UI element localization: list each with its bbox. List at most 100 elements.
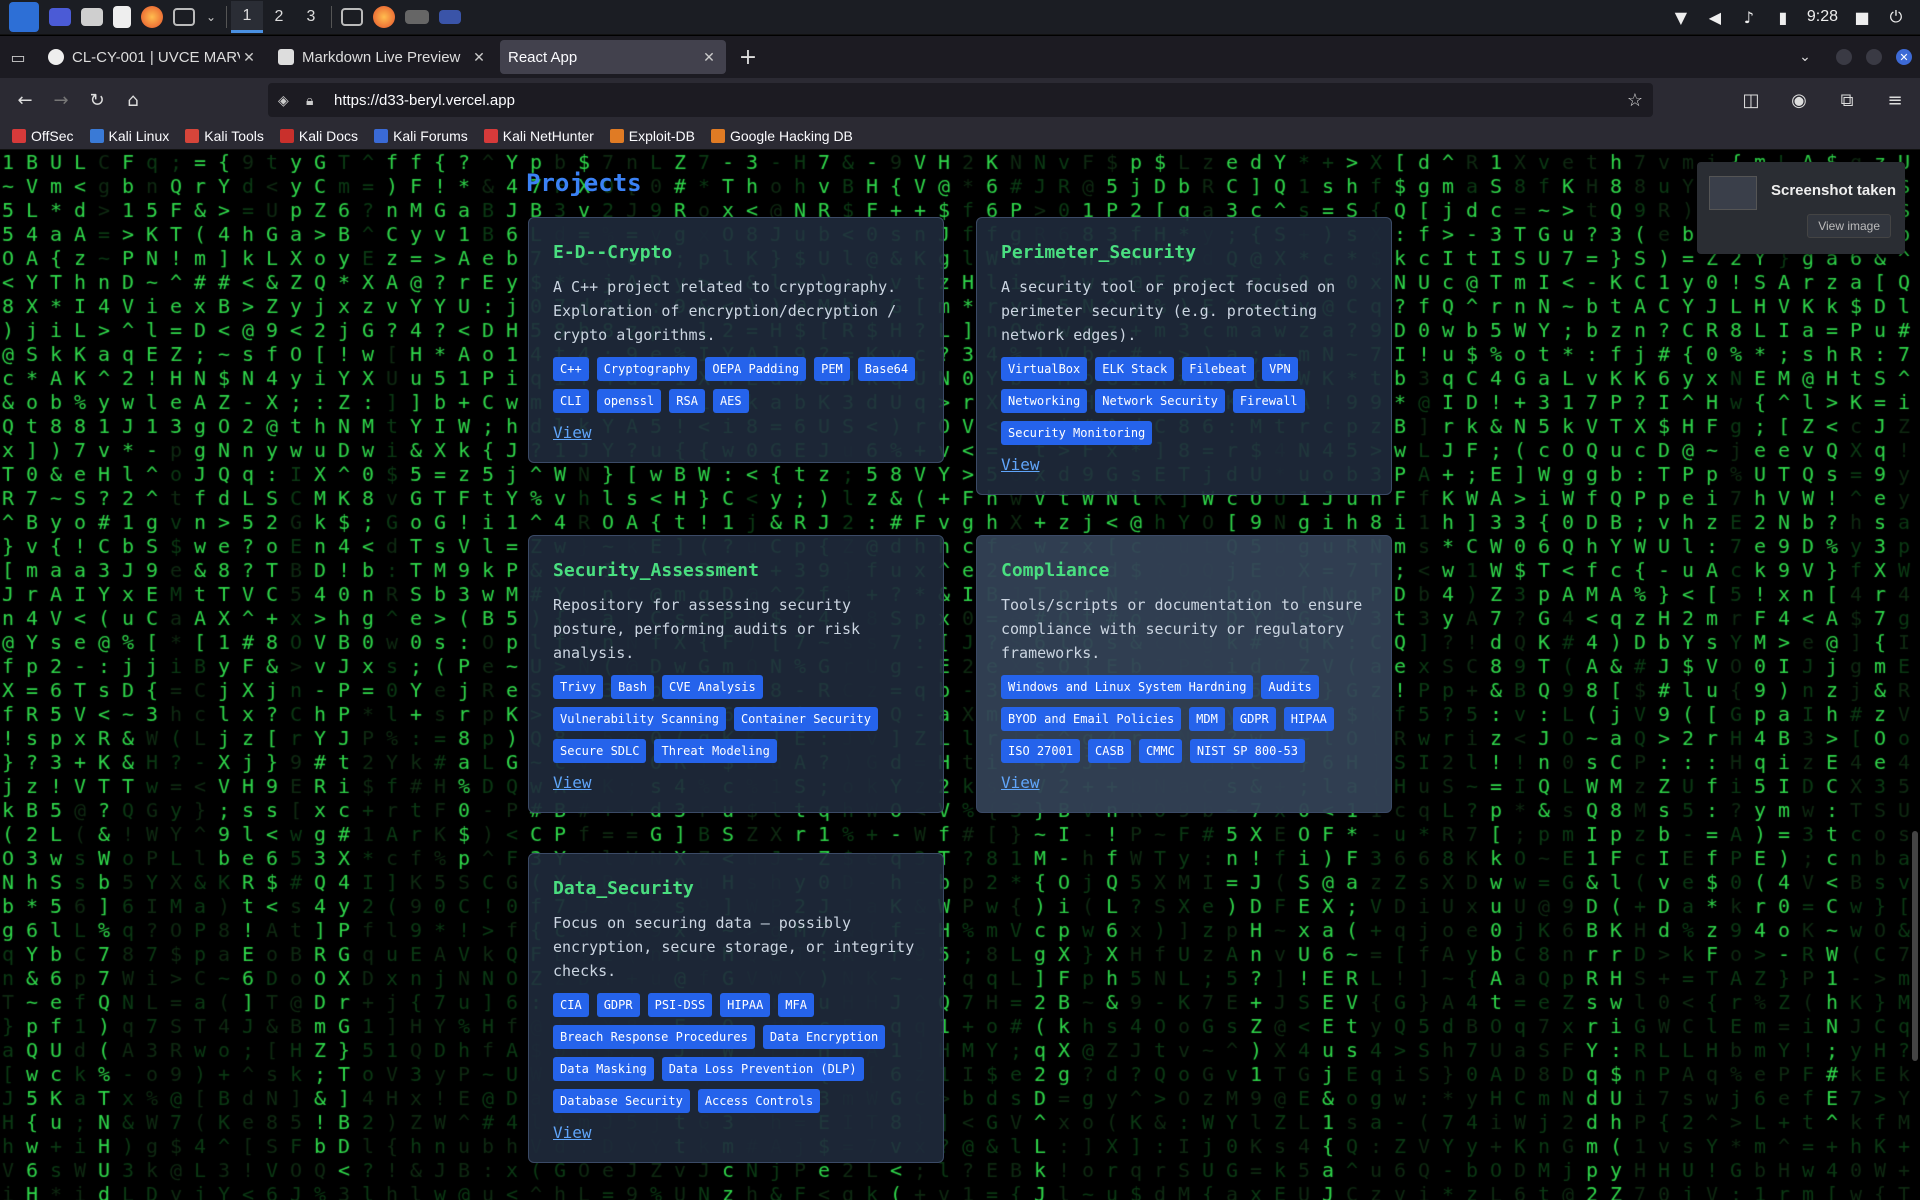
account-icon[interactable]: ◉ [1782,83,1816,117]
url-bar[interactable]: ◈ 🔒︎ https://d33-beryl.vercel.app ☆ [268,83,1653,117]
url-text[interactable]: https://d33-beryl.vercel.app [334,92,1627,109]
close-icon[interactable]: ✕ [700,49,718,66]
home-icon[interactable]: ⌂ [116,83,150,117]
project-description: Repository for assessing security postur… [553,596,861,662]
view-link[interactable]: View [1001,773,1040,792]
bookmark-google-hacking-db[interactable]: Google Hacking DB [710,128,853,144]
volume-icon[interactable]: ◀ [1705,7,1725,27]
new-tab-button[interactable]: + [732,41,764,73]
shield-icon[interactable]: ◈ [278,92,298,109]
pocket-icon[interactable]: ◫ [1734,83,1768,117]
tag: Database Security [553,1089,690,1113]
back-icon[interactable]: ← [8,83,42,117]
tag: BYOD and Email Policies [1001,707,1182,731]
view-link[interactable]: View [553,423,592,442]
screenshot-thumbnail [1709,176,1757,210]
wifi-icon[interactable]: ▼ [1671,7,1691,27]
bookmark-kali-linux[interactable]: Kali Linux [89,128,169,144]
project-description: Tools/scripts or documentation to ensure… [1001,596,1363,662]
close-window-button[interactable]: ✕ [1896,49,1912,65]
list-all-tabs-icon[interactable]: ⌄ [1788,40,1822,74]
tab-title: CL-CY-001 | UVCE MARVEL [72,48,240,66]
system-taskbar: ⌄ 1 2 3 ▼ ◀ ♪ ▮ 9:28 ■ ⏻ [0,0,1920,35]
notification-bell-icon[interactable]: ♪ [1739,7,1759,27]
tag: Audits [1261,675,1319,699]
divider [331,6,332,28]
kali-menu-icon[interactable] [9,2,39,32]
workspace-3[interactable]: 3 [295,1,327,33]
notification-title: Screenshot taken [1771,182,1897,199]
scrollbar-thumb[interactable] [1912,831,1918,1061]
terminal-icon[interactable] [173,8,195,26]
workspace-2[interactable]: 2 [263,1,295,33]
text-editor-icon[interactable] [113,6,131,28]
browser-tab-bar: ▭ CL-CY-001 | UVCE MARVEL ✕ Markdown Liv… [0,36,1920,78]
tag: Data Encryption [762,1025,886,1049]
tag: Secure SDLC [553,739,647,763]
tag: VPN [1262,357,1298,381]
reload-icon[interactable]: ↻ [80,83,114,117]
tab-list-icon[interactable]: ▭ [0,39,36,75]
lock-icon[interactable]: ■ [1852,7,1872,27]
bookmark-label: Kali Forums [393,127,468,144]
uvce-favicon-icon [48,49,64,65]
bookmark-offsec[interactable]: OffSec [12,128,74,144]
tab-title: Markdown Live Preview [302,48,461,66]
view-link[interactable]: View [1001,455,1040,474]
firefox-window-icon[interactable] [373,6,395,28]
tag: MDM [1189,707,1225,731]
menu-icon[interactable]: ≡ [1878,83,1912,117]
bookmark-star-icon[interactable]: ☆ [1627,90,1643,111]
lock-icon[interactable]: 🔒︎ [306,92,326,109]
project-name: Compliance [1001,560,1110,581]
nethunter-icon [483,128,498,143]
tab-uvce[interactable]: CL-CY-001 | UVCE MARVEL ✕ [40,40,266,74]
tag: GDPR [1232,707,1276,731]
project-description: Focus on securing data — possibly encryp… [553,914,915,980]
power-icon[interactable]: ⏻ [1886,7,1906,27]
bookmark-kali-forums[interactable]: Kali Forums [374,128,468,144]
tag: GDPR [596,993,640,1017]
terminal-window-icon[interactable] [341,8,363,26]
tag: C++ [553,357,589,381]
desktop-icon[interactable] [49,8,71,26]
bookmark-kali-tools[interactable]: Kali Tools [185,128,264,144]
tag: Windows and Linux System Hardning [1001,675,1254,699]
bookmark-exploit-db[interactable]: Exploit-DB [609,128,695,144]
ghdb-icon [710,128,725,143]
close-icon[interactable]: ✕ [470,49,488,66]
tag: VirtualBox [1001,357,1088,381]
view-link[interactable]: View [553,773,592,792]
bookmark-label: Kali NetHunter [502,127,594,144]
extensions-icon[interactable]: ⧉ [1830,83,1864,117]
tab-markdown[interactable]: Markdown Live Preview ✕ [270,40,496,74]
workspace-1[interactable]: 1 [231,1,263,33]
chevron-down-icon[interactable]: ⌄ [205,4,217,30]
tag: Breach Response Procedures [553,1025,755,1049]
tab-react-app[interactable]: React App ✕ [500,40,726,74]
page-scrollbar[interactable] [1910,151,1920,1200]
tag: RSA [669,389,705,413]
screenshot-notification[interactable]: Screenshot taken View image [1697,162,1905,254]
tag: CVE Analysis [662,675,763,699]
bookmark-kali-docs[interactable]: Kali Docs [279,128,358,144]
window-icon[interactable] [439,10,461,24]
tag: PEM [814,357,850,381]
maximize-button[interactable] [1866,49,1882,65]
firefox-icon[interactable] [141,6,163,28]
close-icon[interactable]: ✕ [240,49,258,66]
browser-nav-bar: ← → ↻ ⌂ ◈ 🔒︎ https://d33-beryl.vercel.ap… [0,78,1920,122]
file-manager-icon[interactable] [81,8,103,26]
window-icon[interactable] [405,10,429,24]
bookmark-kali-nethunter[interactable]: Kali NetHunter [483,127,594,144]
tag: Filebeat [1182,357,1255,381]
view-link[interactable]: View [553,1123,592,1142]
battery-icon[interactable]: ▮ [1773,7,1793,27]
tag: Vulnerability Scanning [553,707,726,731]
forward-icon[interactable]: → [44,83,78,117]
project-description: A C++ project related to cryptography. E… [553,278,897,344]
clock[interactable]: 9:28 [1807,8,1838,26]
tag-list: Windows and Linux System Hardning Audits… [1001,675,1367,763]
view-image-button[interactable]: View image [1807,214,1891,238]
minimize-button[interactable] [1836,49,1852,65]
